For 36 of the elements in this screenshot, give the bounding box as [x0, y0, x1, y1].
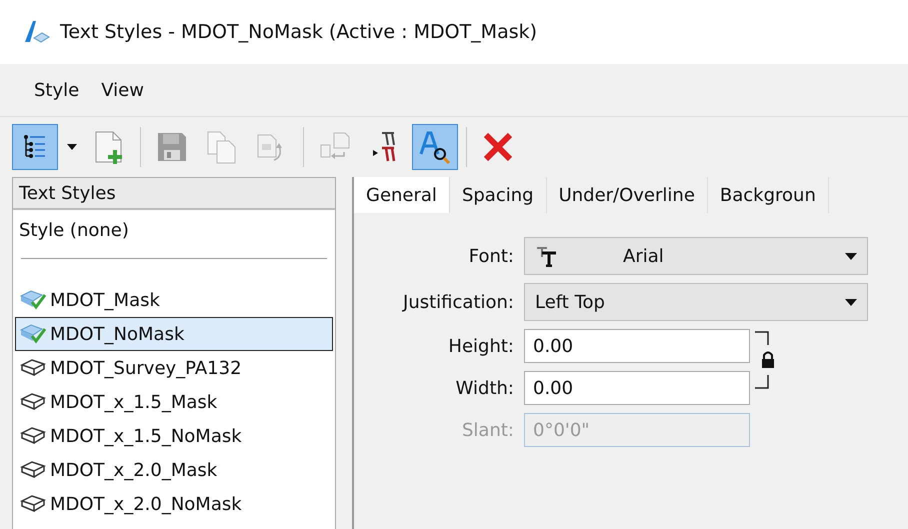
tab[interactable]: Backgroun: [708, 177, 829, 213]
list-item[interactable]: MDOT_Survey_PA132: [15, 351, 333, 385]
input-field[interactable]: 0.00: [524, 371, 750, 405]
input-field[interactable]: 0.00: [524, 329, 750, 363]
list-item[interactable]: MDOT_Mask: [15, 283, 333, 317]
menu-item[interactable]: Style: [34, 80, 80, 100]
delete-icon: [482, 131, 514, 163]
field-label: Justification:: [401, 292, 514, 312]
tab[interactable]: Spacing: [450, 177, 547, 213]
list-item[interactable]: MDOT_x_2.0_NoMask: [15, 487, 333, 521]
field-label: Font:: [468, 246, 514, 266]
caret-icon: [845, 252, 857, 260]
caret-icon: [67, 144, 77, 150]
list-item[interactable]: MDOT_NoMask: [15, 317, 333, 351]
dropdown[interactable]: Left Top: [524, 283, 868, 321]
font-icon: [535, 245, 559, 267]
panel-header: Text Styles: [13, 178, 335, 210]
tab[interactable]: Under/Overline: [546, 177, 708, 213]
field-label: Height:: [447, 336, 514, 356]
list-item[interactable]: MDOT_x_1.5_Mask: [15, 385, 333, 419]
list-item[interactable]: MDOT_x_2.0_Mask: [15, 453, 333, 487]
caret-icon: [845, 298, 857, 306]
toolbar-button[interactable]: [412, 124, 458, 170]
tab[interactable]: General: [354, 177, 450, 213]
dropdown[interactable]: Arial: [524, 237, 868, 275]
text-magnifier-icon: [418, 130, 452, 164]
field-label: Width:: [454, 378, 514, 398]
menu-item[interactable]: View: [101, 80, 144, 100]
new-document-icon: [93, 130, 125, 164]
text-arrow-icon: [372, 131, 398, 163]
list-item[interactable]: MDOT_x_1.5_NoMask: [15, 419, 333, 453]
toolbar-button[interactable]: [12, 124, 58, 170]
field-label: Slant:: [461, 420, 514, 440]
copy-documents-icon: [206, 130, 238, 164]
list-item[interactable]: Style (none): [13, 210, 335, 250]
window-title: Text Styles - MDOT_NoMask (Active : MDOT_Mask): [60, 21, 538, 43]
